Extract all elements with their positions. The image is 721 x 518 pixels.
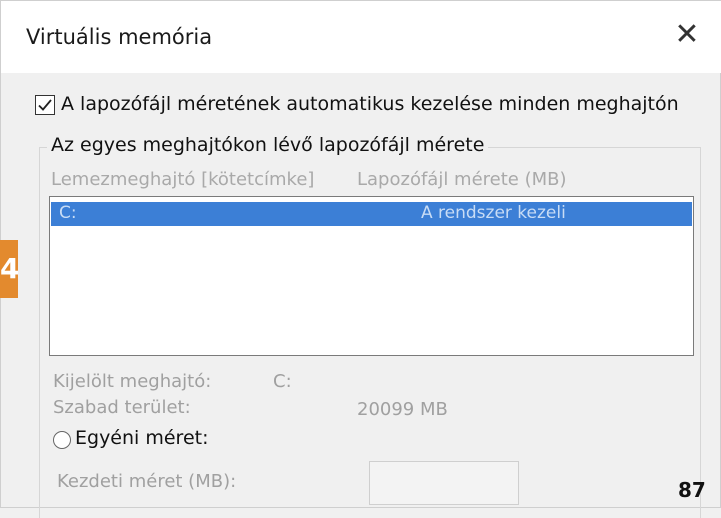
group-title: Az egyes meghajtókon lévő lapozófájl mér… [47,134,489,156]
selected-drive-value: C: [273,371,292,392]
custom-size-label: Egyéni méret: [75,427,209,449]
checkmark-icon [38,99,52,111]
auto-manage-checkbox[interactable] [35,95,55,115]
free-space-label: Szabad terület: [53,397,191,418]
virtual-memory-dialog: Virtuális memória ✕ A lapozófájl méretén… [0,0,721,518]
selected-drive-label: Kijelölt meghajtó: [53,371,212,392]
custom-size-radio[interactable] [53,431,71,449]
column-header-drive: Lemezmeghajtó [kötetcímke] [51,169,315,190]
initial-size-label: Kezdeti méret (MB): [57,471,237,492]
list-item-size: A rendszer kezeli [421,203,566,223]
dialog-title: Virtuális memória [26,25,213,49]
list-item-drive: C: [59,203,77,223]
step-badge: 4 [0,240,18,298]
column-header-size: Lapozófájl mérete (MB) [357,169,567,190]
close-icon[interactable]: ✕ [667,15,707,55]
title-bar: Virtuális memória ✕ [1,1,721,73]
drive-list[interactable]: C: A rendszer kezeli [49,196,694,356]
free-space-value: 20099 MB [357,399,448,420]
page-number: 87 [678,478,706,502]
list-item[interactable]: C: A rendszer kezeli [51,202,692,226]
auto-manage-label: A lapozófájl méretének automatikus kezel… [61,93,679,115]
initial-size-input[interactable] [369,461,519,505]
